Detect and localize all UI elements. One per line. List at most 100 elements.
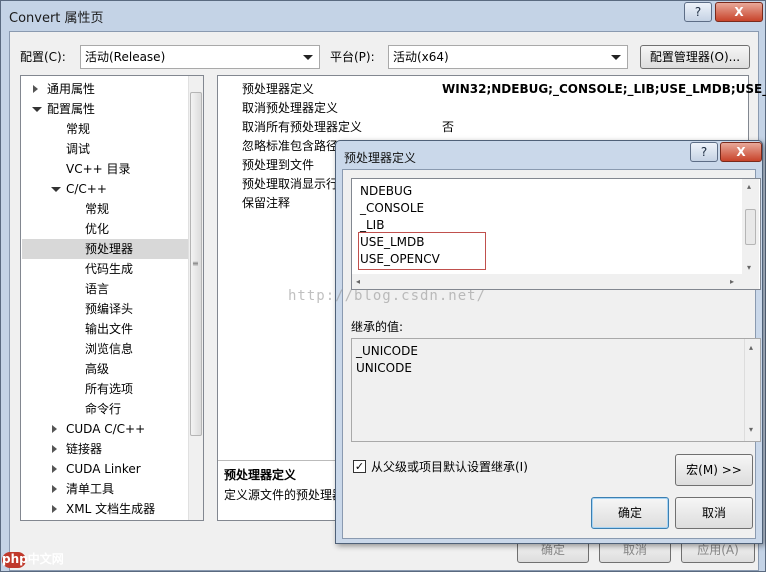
description-title: 预处理器定义: [224, 468, 297, 482]
tree-item-label: VC++ 目录: [66, 162, 131, 176]
expand-arrow-icon: [52, 505, 57, 513]
tree-item-label: 预编译头: [85, 302, 134, 316]
scroll-down-icon: ▾: [747, 263, 752, 272]
property-value: WIN32;NDEBUG;_CONSOLE;_LIB;USE_LMDB;USE_…: [442, 82, 766, 96]
config-select-value: 活动(Release): [85, 50, 166, 64]
expand-arrow-icon: [52, 445, 57, 453]
description-text: 定义源文件的预处理器: [224, 488, 345, 502]
inherit-checkbox-label[interactable]: 从父级或项目默认设置继承(I): [371, 458, 528, 475]
tree-item-label: 通用属性: [47, 82, 96, 96]
platform-select-value: 活动(x64): [393, 50, 449, 64]
inherit-checkbox[interactable]: ✓: [353, 460, 366, 473]
inherited-values-box: _UNICODE UNICODE ▴ ▾: [351, 338, 761, 442]
scroll-up-icon: ▴: [747, 182, 752, 191]
highlight-box: [358, 232, 486, 270]
platform-label: 平台(P):: [330, 50, 375, 64]
tree-item-label: 优化: [85, 222, 110, 236]
property-value: 否: [442, 120, 455, 134]
collapse-arrow-icon: [51, 187, 61, 192]
tree-item-label: 链接器: [66, 442, 103, 456]
site-logo: php中文网: [2, 552, 64, 566]
tree-item-precompiled-headers[interactable]: 预编译头: [85, 299, 133, 319]
tree-item-label: 输出文件: [85, 322, 134, 336]
tree-item-browse-info[interactable]: 浏览信息: [85, 339, 133, 359]
watermark-text: http://blog.csdn.net/: [288, 288, 487, 304]
tree-item-code-generation[interactable]: 代码生成: [85, 259, 133, 279]
tree-item-command-line[interactable]: 命令行: [85, 399, 121, 419]
inherited-line: UNICODE: [356, 361, 412, 375]
property-name: 保留注释: [242, 196, 291, 210]
config-manager-button[interactable]: 配置管理器(O)...: [640, 45, 750, 69]
config-label: 配置(C):: [20, 50, 66, 64]
close-button[interactable]: X: [715, 2, 763, 22]
preprocessor-definitions-dialog: 预处理器定义 ? X NDEBUG _CONSOLE _LIB USE_LMDB…: [335, 140, 763, 544]
dialog-ok-button[interactable]: 确定: [591, 497, 669, 529]
inherited-scrollbar[interactable]: ▴ ▾: [744, 339, 760, 441]
editor-scroll-thumb[interactable]: [745, 209, 756, 245]
scroll-left-icon: ◂: [356, 277, 361, 286]
tree-item-cpp-general[interactable]: 常规: [85, 199, 109, 219]
scroll-down-icon: ▾: [749, 425, 754, 434]
grip-icon: ≡: [192, 259, 199, 268]
macro-button[interactable]: 宏(M) >>: [675, 454, 753, 486]
tree-item-output-files[interactable]: 输出文件: [85, 319, 133, 339]
expand-arrow-icon: [52, 485, 57, 493]
property-row-preprocessor-definitions[interactable]: 预处理器定义 WIN32;NDEBUG;_CONSOLE;_LIB;USE_LM…: [218, 80, 766, 99]
definition-line: _CONSOLE: [360, 201, 425, 215]
chevron-down-icon: [303, 55, 313, 60]
definitions-editor[interactable]: NDEBUG _CONSOLE _LIB USE_LMDB USE_OPENCV…: [351, 178, 761, 290]
tree-item-label: 常规: [66, 122, 91, 136]
tree-item-debugging[interactable]: 调试: [66, 139, 90, 159]
tree-item-label: 代码生成: [85, 262, 134, 276]
inherited-values-label: 继承的值:: [351, 320, 404, 334]
dialog-client: NDEBUG _CONSOLE _LIB USE_LMDB USE_OPENCV…: [342, 169, 761, 539]
dialog-help-button[interactable]: ?: [690, 142, 718, 162]
chevron-down-icon: [611, 55, 621, 60]
tree-item-language[interactable]: 语言: [85, 279, 109, 299]
tree-item-label: 常规: [85, 202, 110, 216]
scroll-up-icon: ▴: [749, 343, 754, 352]
property-name: 预处理到文件: [242, 158, 315, 172]
dialog-close-button[interactable]: X: [720, 142, 762, 162]
settings-tree: 通用属性 配置属性 常规 调试 VC++ 目录 C/C++ 常规 优化 预处理器…: [20, 75, 204, 521]
tree-item-preprocessor[interactable]: 预处理器: [85, 239, 133, 259]
dialog-cancel-button[interactable]: 取消: [675, 497, 753, 529]
property-name: 取消所有预处理器定义: [242, 120, 363, 134]
tree-item-label: 浏览信息: [85, 342, 134, 356]
tree-item-vc-directories[interactable]: VC++ 目录: [66, 159, 131, 179]
editor-horizontal-scrollbar[interactable]: ◂ ▸: [352, 274, 742, 289]
tree-item-advanced[interactable]: 高级: [85, 359, 109, 379]
property-name: 预处理取消显示行: [242, 177, 339, 191]
title-bar: Convert 属性页 ? X: [1, 1, 766, 31]
tree-item-label: CUDA Linker: [66, 462, 141, 476]
tree-item-label: 命令行: [85, 402, 122, 416]
tree-item-label: C/C++: [66, 182, 107, 196]
window-title: Convert 属性页: [9, 11, 104, 26]
help-button[interactable]: ?: [684, 2, 712, 22]
tree-item-optimization[interactable]: 优化: [85, 219, 109, 239]
tree-item-general[interactable]: 常规: [66, 119, 90, 139]
config-select[interactable]: 活动(Release): [80, 45, 320, 69]
tree-item-label: 预处理器: [85, 242, 134, 256]
collapse-arrow-icon: [32, 107, 42, 112]
expand-arrow-icon: [33, 85, 38, 93]
tree-item-label: 调试: [66, 142, 91, 156]
tree-item-label: 所有选项: [85, 382, 134, 396]
property-row-undefine-all[interactable]: 取消所有预处理器定义 否: [218, 118, 748, 137]
tree-item-label: 清单工具: [66, 482, 115, 496]
tree-item-label: 语言: [85, 282, 110, 296]
property-name: 取消预处理器定义: [242, 101, 339, 115]
tree-item-label: 高级: [85, 362, 110, 376]
dialog-title: 预处理器定义: [344, 151, 417, 165]
tree-item-label: 配置属性: [47, 102, 96, 116]
property-row-undefine[interactable]: 取消预处理器定义: [218, 99, 748, 118]
property-name: 预处理器定义: [242, 82, 315, 96]
property-name: 忽略标准包含路径: [242, 139, 339, 153]
expand-arrow-icon: [52, 465, 57, 473]
definition-line: NDEBUG: [360, 184, 413, 198]
scroll-right-icon: ▸: [730, 277, 735, 286]
tree-item-label: CUDA C/C++: [66, 422, 146, 436]
expand-arrow-icon: [52, 425, 57, 433]
tree-item-all-options[interactable]: 所有选项: [85, 379, 133, 399]
platform-select[interactable]: 活动(x64): [388, 45, 628, 69]
